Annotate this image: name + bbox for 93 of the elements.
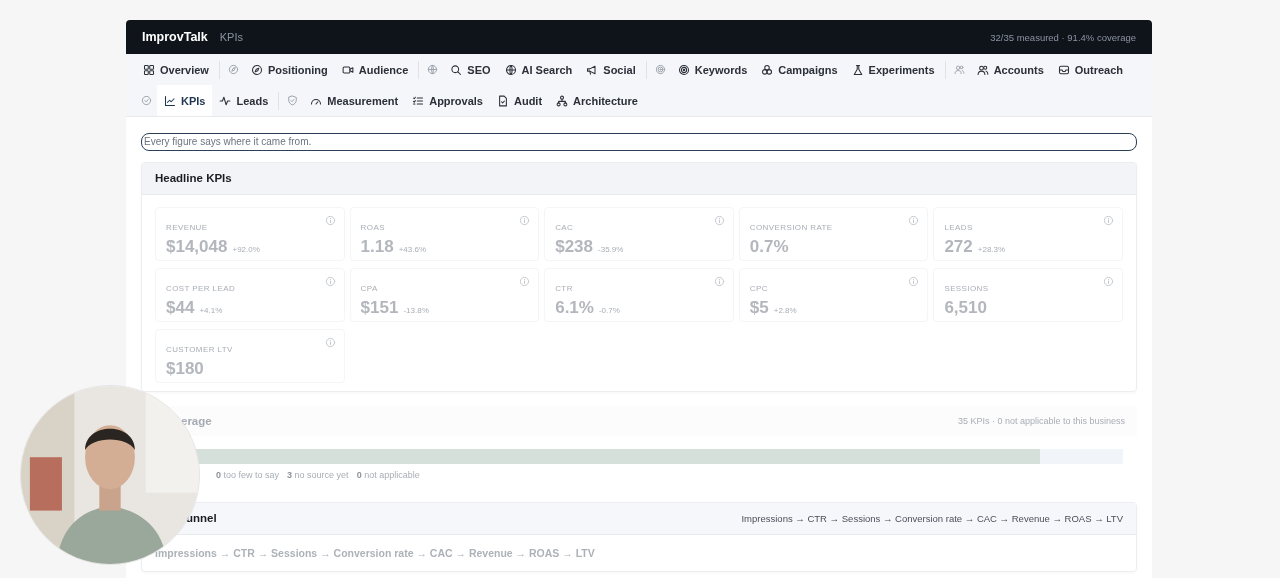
kpi-value: 0.7% bbox=[749, 236, 789, 257]
megaphone-icon bbox=[586, 63, 599, 76]
nav-tab[interactable]: Approvals bbox=[405, 85, 490, 116]
compass-icon bbox=[227, 64, 239, 75]
nav-tab[interactable]: Keywords bbox=[670, 54, 755, 85]
app-name: ImprovTalk bbox=[142, 30, 208, 44]
kpi-value: 6.1% bbox=[555, 297, 594, 318]
kpi-value: $180 bbox=[166, 358, 204, 379]
kpi-value: $44 bbox=[166, 297, 195, 318]
info-icon bbox=[713, 275, 725, 287]
legend-item: 0 not applicable bbox=[356, 469, 420, 480]
compass-icon bbox=[250, 63, 263, 76]
kpi-label: SESSIONS bbox=[944, 283, 989, 293]
card-title: unnel bbox=[186, 512, 217, 524]
info-icon bbox=[519, 214, 531, 226]
kpi-label: CONVERSION RATE bbox=[749, 222, 833, 232]
nav-tab[interactable]: Architecture bbox=[549, 85, 645, 116]
funnel-steps: Impressions → CTR → Sessions → Conversion rate → CAC → Revenue → ROAS → LTV bbox=[155, 546, 595, 559]
nav-tab[interactable]: Campaigns bbox=[754, 54, 845, 85]
kpi-label: COST PER LEAD bbox=[166, 283, 236, 293]
kpi-label: CPC bbox=[749, 283, 768, 293]
kpi-label: CPA bbox=[360, 283, 378, 293]
nav-tab[interactable]: Outreach bbox=[1050, 54, 1131, 85]
kpi-label: CTR bbox=[555, 283, 573, 293]
document-icon bbox=[497, 94, 509, 107]
nav-tab[interactable]: KPIs bbox=[157, 85, 213, 116]
kpi-change: +92.0% bbox=[232, 244, 260, 254]
flask-icon bbox=[851, 63, 864, 76]
kpi-change: -0.7% bbox=[598, 305, 620, 315]
info-icon bbox=[519, 275, 531, 287]
kpi-label: ROAS bbox=[360, 222, 385, 232]
nav-tab[interactable]: Positioning bbox=[243, 54, 335, 85]
users-icon bbox=[976, 63, 989, 76]
kpi-label: CAC bbox=[555, 222, 574, 232]
search-field[interactable]: Every figure says where it came from. bbox=[141, 132, 1137, 151]
pulse-icon bbox=[219, 94, 232, 107]
kpi-value: $14,048 bbox=[166, 236, 228, 257]
grid-icon bbox=[143, 63, 155, 76]
kpi-value: 6,510 bbox=[944, 297, 987, 318]
info-icon bbox=[713, 214, 725, 226]
inbox-icon bbox=[1057, 63, 1070, 76]
kpi-label: REVENUE bbox=[166, 222, 208, 232]
nav-tab[interactable]: AI Search bbox=[497, 54, 580, 85]
card-title: Headline KPIs bbox=[155, 172, 232, 184]
nav-tab[interactable]: Accounts bbox=[969, 54, 1051, 85]
shield-icon bbox=[287, 95, 299, 106]
kpi-change: +43.6% bbox=[398, 244, 427, 254]
nav-tab[interactable]: Audit bbox=[490, 85, 550, 116]
info-icon bbox=[908, 275, 920, 287]
target-icon bbox=[677, 63, 690, 76]
info-icon bbox=[908, 214, 920, 226]
check-circle-icon bbox=[141, 95, 152, 106]
nav-tab[interactable]: Measurement bbox=[303, 85, 406, 116]
info-icon bbox=[1103, 275, 1114, 287]
nav-tab[interactable]: Experiments bbox=[844, 54, 942, 85]
info-icon bbox=[324, 336, 336, 348]
search-icon bbox=[450, 63, 463, 76]
line-chart-icon bbox=[164, 94, 176, 107]
checklist-icon bbox=[412, 94, 425, 107]
kpi-change: +2.8% bbox=[773, 305, 797, 315]
section-title: erage bbox=[181, 414, 212, 427]
kpi-value: 272 bbox=[944, 236, 973, 257]
network-icon bbox=[556, 94, 569, 107]
coverage-status: 32/35 measured · 91.4% coverage bbox=[990, 31, 1136, 43]
kpi-change: +28.3% bbox=[977, 244, 1006, 254]
info-icon bbox=[1103, 214, 1114, 226]
kpi-change: +4.1% bbox=[199, 305, 223, 315]
page-title: KPIs bbox=[219, 31, 243, 43]
users-icon bbox=[953, 64, 965, 75]
globe-icon bbox=[504, 63, 517, 76]
kpi-value: $5 bbox=[749, 297, 769, 318]
target-icon bbox=[654, 64, 666, 75]
info-icon bbox=[324, 214, 336, 226]
nav-tab[interactable]: Social bbox=[579, 54, 643, 85]
legend-item: 3 no source yet bbox=[287, 469, 349, 480]
video-icon bbox=[341, 63, 354, 76]
funnel-summary: Impressions → CTR → Sessions → Conversion rate → CAC → Revenue → ROAS → LTV bbox=[741, 512, 1123, 524]
info-icon bbox=[324, 275, 336, 287]
kpi-value: $238 bbox=[555, 236, 593, 257]
kpi-label: CUSTOMER LTV bbox=[166, 344, 233, 354]
kpi-value: 1.18 bbox=[360, 236, 394, 257]
nav-tab[interactable]: Leads bbox=[212, 85, 276, 116]
nav-tab[interactable]: SEO bbox=[443, 54, 498, 85]
circles-icon bbox=[761, 63, 774, 76]
globe-icon bbox=[427, 64, 439, 75]
kpi-change: -13.8% bbox=[403, 305, 429, 315]
legend-item: 0 too few to say bbox=[216, 469, 280, 480]
coverage-note: 35 KPIs · 0 not applicable to this business bbox=[957, 415, 1125, 426]
kpi-change: -35.9% bbox=[598, 244, 624, 254]
kpi-value: $151 bbox=[360, 297, 399, 318]
kpi-label: LEADS bbox=[944, 222, 973, 232]
nav-tab[interactable]: Overview bbox=[136, 54, 216, 85]
nav-tab[interactable]: Audience bbox=[334, 54, 416, 85]
